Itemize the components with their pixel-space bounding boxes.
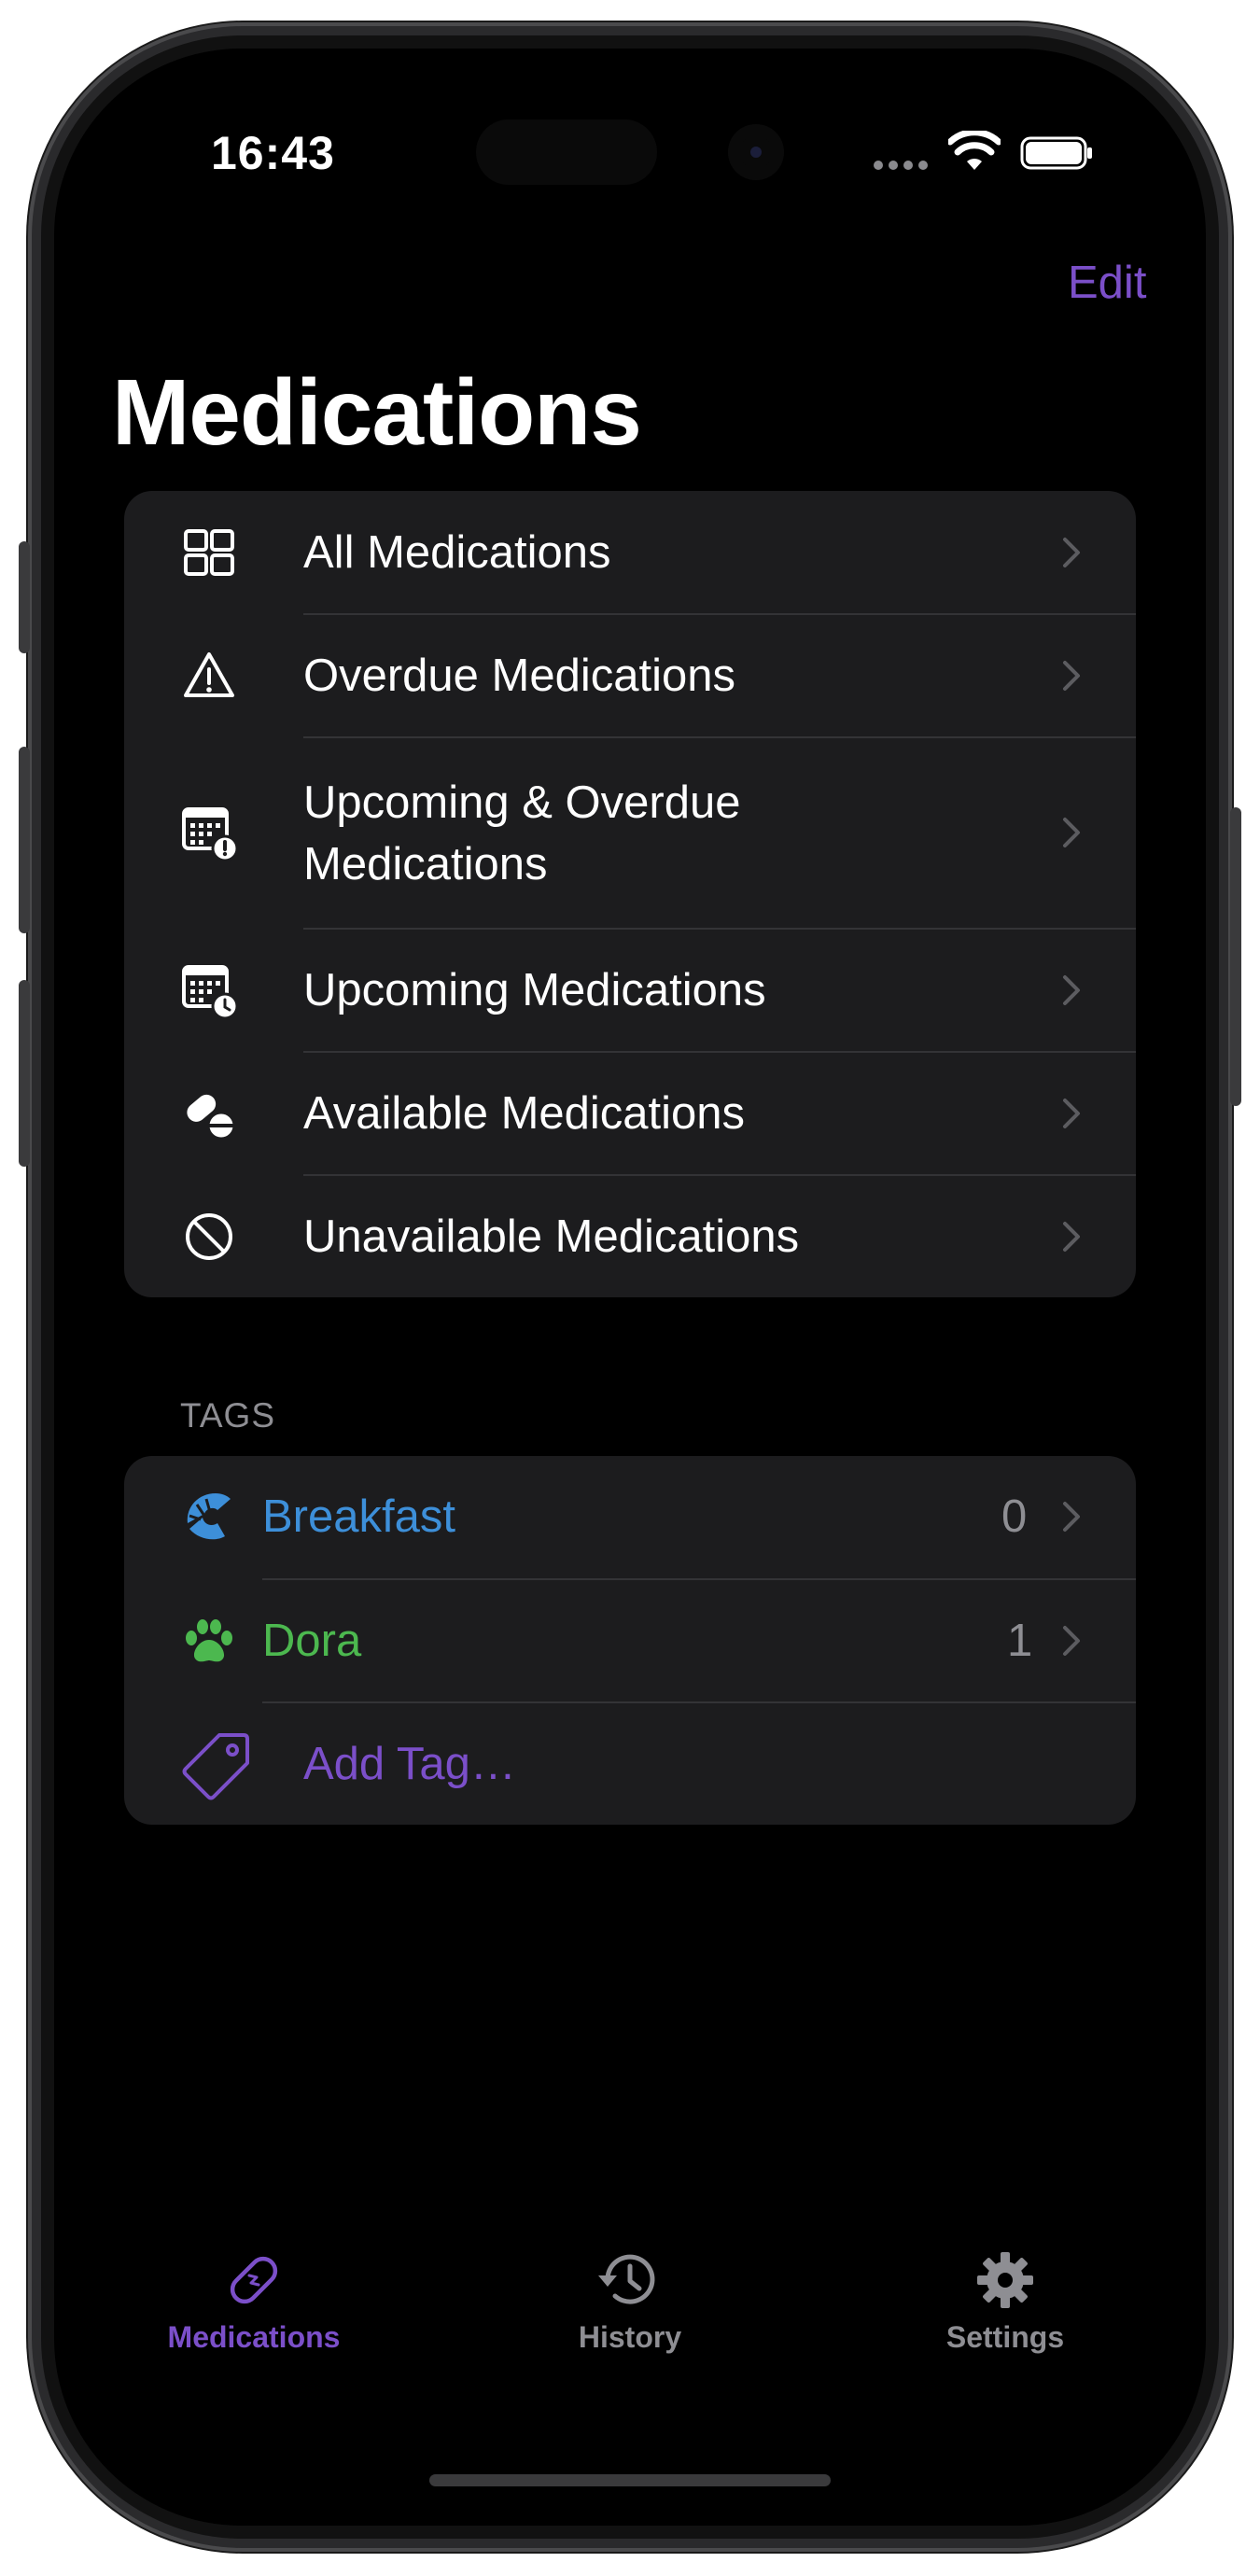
croissant-icon [178, 1486, 240, 1547]
list-row-label: All Medications [303, 527, 611, 578]
list-row-label: Overdue Medications [303, 651, 736, 701]
signal-dots-icon [873, 159, 931, 175]
tag-count: 1 [1007, 1616, 1033, 1666]
wifi-icon [946, 129, 1002, 176]
volume-down-button [19, 980, 30, 1167]
calendar-clock-icon [178, 959, 240, 1021]
chevron-right-icon [1061, 537, 1082, 568]
prohibited-icon [178, 1206, 240, 1267]
pills-icon [178, 1083, 240, 1144]
grid-icon [178, 522, 240, 583]
edit-button[interactable]: Edit [1068, 257, 1146, 309]
dynamic-island [476, 119, 657, 185]
list-row-label: Available Medications [303, 1088, 746, 1139]
page-title: Medications [112, 360, 642, 465]
list-row-label-line2: Medications [303, 839, 548, 889]
tab-settings[interactable]: Settings [865, 2249, 1145, 2355]
action-button [19, 541, 30, 653]
battery-icon [1020, 136, 1095, 175]
camera-icon [728, 124, 784, 180]
home-indicator[interactable] [429, 2474, 831, 2486]
gear-icon [865, 2249, 1145, 2318]
chevron-right-icon [1061, 817, 1082, 848]
power-button [1230, 807, 1241, 1106]
add-tag-label: Add Tag… [303, 1739, 516, 1789]
clock-history-icon [490, 2249, 770, 2318]
list-row-overdue-medications[interactable]: Overdue Medications [124, 615, 1136, 736]
chevron-right-icon [1061, 974, 1082, 1006]
tab-medications[interactable]: Medications [114, 2249, 394, 2355]
calendar-alert-icon [178, 802, 240, 863]
tag-row-breakfast[interactable]: Breakfast 0 [124, 1456, 1136, 1578]
list-row-unavailable-medications[interactable]: Unavailable Medications [124, 1176, 1136, 1297]
chevron-right-icon [1061, 1501, 1082, 1533]
tag-row-dora[interactable]: Dora 1 [124, 1580, 1136, 1701]
tag-icon [178, 1729, 253, 1800]
tag-count: 0 [1001, 1491, 1028, 1542]
list-row-label: Unavailable Medications [303, 1211, 800, 1262]
status-time: 16:43 [211, 127, 335, 179]
paw-icon [178, 1610, 240, 1672]
tags-section-header: TAGS [180, 1396, 275, 1435]
list-row-label: Upcoming Medications [303, 965, 766, 1015]
tab-label: Settings [945, 2320, 1065, 2354]
tab-history[interactable]: History [490, 2249, 770, 2355]
chevron-right-icon [1061, 1098, 1082, 1129]
list-row-upcoming-medications[interactable]: Upcoming Medications [124, 930, 1136, 1051]
volume-up-button [19, 747, 30, 933]
lists-card: All Medications Overdue Medications Upco… [124, 491, 1136, 1297]
tags-card: Breakfast 0 Dora 1 Add Tag… [124, 1456, 1136, 1825]
add-tag-button[interactable]: Add Tag… [124, 1703, 1136, 1825]
list-row-all-medications[interactable]: All Medications [124, 491, 1136, 614]
chevron-right-icon [1061, 660, 1082, 692]
pill-icon [114, 2249, 394, 2318]
list-row-available-medications[interactable]: Available Medications [124, 1053, 1136, 1174]
list-row-label: Upcoming & Overdue [303, 777, 741, 828]
tab-label: History [578, 2320, 682, 2354]
chevron-right-icon [1061, 1221, 1082, 1253]
chevron-right-icon [1061, 1625, 1082, 1657]
tab-label: Medications [167, 2320, 341, 2354]
tag-label: Breakfast [262, 1491, 455, 1542]
list-row-upcoming-overdue-medications[interactable]: Upcoming & Overdue Medications [124, 738, 1136, 928]
warning-triangle-icon [178, 645, 240, 707]
tag-label: Dora [262, 1616, 362, 1666]
